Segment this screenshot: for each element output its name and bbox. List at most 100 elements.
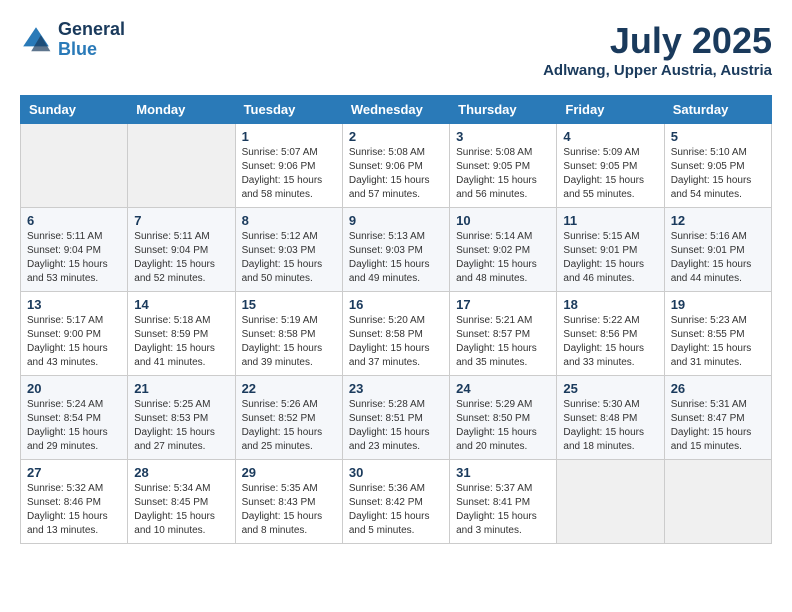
day-info: Sunrise: 5:07 AM Sunset: 9:06 PM Dayligh… (242, 146, 336, 202)
calendar-week-row: 20 Sunrise: 5:24 AM Sunset: 8:54 PM Dayli… (21, 376, 772, 460)
calendar-cell: 30 Sunrise: 5:36 AM Sunset: 8:42 PM Dayli… (342, 460, 449, 544)
calendar-week-row: 6 Sunrise: 5:11 AM Sunset: 9:04 PM Daylig… (21, 208, 772, 292)
day-header-wednesday: Wednesday (342, 96, 449, 124)
calendar-week-row: 13Sunrise: 5:17 AM Sunset: 9:00 PM Dayli… (21, 292, 772, 376)
calendar-cell: 1 Sunrise: 5:07 AM Sunset: 9:06 PM Daylig… (235, 124, 342, 208)
day-number: 22 (242, 381, 336, 396)
day-number: 1 (242, 129, 336, 144)
logo: General Blue (20, 20, 125, 60)
month-title: July 2025 (543, 20, 772, 62)
calendar-cell: 29Sunrise: 5:35 AM Sunset: 8:43 PM Dayli… (235, 460, 342, 544)
calendar-cell: 20 Sunrise: 5:24 AM Sunset: 8:54 PM Dayli… (21, 376, 128, 460)
day-info: Sunrise: 5:12 AM Sunset: 9:03 PM Dayligh… (242, 230, 336, 286)
day-number: 24 (456, 381, 550, 396)
day-number: 12 (671, 213, 765, 228)
calendar-cell: 10 Sunrise: 5:14 AM Sunset: 9:02 PM Dayli… (450, 208, 557, 292)
day-info: Sunrise: 5:19 AM Sunset: 8:58 PM Dayligh… (242, 314, 336, 370)
day-header-friday: Friday (557, 96, 664, 124)
logo-icon (20, 24, 52, 56)
calendar-cell: 31 Sunrise: 5:37 AM Sunset: 8:41 PM Dayli… (450, 460, 557, 544)
calendar-cell: 5Sunrise: 5:10 AM Sunset: 9:05 PM Daylig… (664, 124, 771, 208)
day-info: Sunrise: 5:14 AM Sunset: 9:02 PM Dayligh… (456, 230, 550, 286)
day-number: 26 (671, 381, 765, 396)
day-info: Sunrise: 5:24 AM Sunset: 8:54 PM Dayligh… (27, 398, 121, 454)
day-number: 6 (27, 213, 121, 228)
location: Adlwang, Upper Austria, Austria (543, 62, 772, 79)
calendar-cell: 21Sunrise: 5:25 AM Sunset: 8:53 PM Dayli… (128, 376, 235, 460)
day-number: 25 (563, 381, 657, 396)
day-info: Sunrise: 5:09 AM Sunset: 9:05 PM Dayligh… (563, 146, 657, 202)
day-header-monday: Monday (128, 96, 235, 124)
day-number: 21 (134, 381, 228, 396)
day-number: 3 (456, 129, 550, 144)
calendar-cell: 15 Sunrise: 5:19 AM Sunset: 8:58 PM Dayli… (235, 292, 342, 376)
day-info: Sunrise: 5:21 AM Sunset: 8:57 PM Dayligh… (456, 314, 550, 370)
calendar-body: 1 Sunrise: 5:07 AM Sunset: 9:06 PM Daylig… (21, 124, 772, 544)
calendar-cell: 2Sunrise: 5:08 AM Sunset: 9:06 PM Daylig… (342, 124, 449, 208)
calendar-cell: 6 Sunrise: 5:11 AM Sunset: 9:04 PM Daylig… (21, 208, 128, 292)
day-info: Sunrise: 5:13 AM Sunset: 9:03 PM Dayligh… (349, 230, 443, 286)
day-header-thursday: Thursday (450, 96, 557, 124)
day-info: Sunrise: 5:36 AM Sunset: 8:42 PM Dayligh… (349, 482, 443, 538)
calendar-header-row: SundayMondayTuesdayWednesdayThursdayFrid… (21, 96, 772, 124)
day-number: 9 (349, 213, 443, 228)
day-number: 28 (134, 465, 228, 480)
calendar-cell: 12 Sunrise: 5:16 AM Sunset: 9:01 PM Dayli… (664, 208, 771, 292)
day-number: 10 (456, 213, 550, 228)
calendar-cell: 14Sunrise: 5:18 AM Sunset: 8:59 PM Dayli… (128, 292, 235, 376)
calendar-cell: 23 Sunrise: 5:28 AM Sunset: 8:51 PM Dayli… (342, 376, 449, 460)
calendar-cell: 19Sunrise: 5:23 AM Sunset: 8:55 PM Dayli… (664, 292, 771, 376)
day-info: Sunrise: 5:08 AM Sunset: 9:05 PM Dayligh… (456, 146, 550, 202)
day-info: Sunrise: 5:29 AM Sunset: 8:50 PM Dayligh… (456, 398, 550, 454)
day-number: 13 (27, 297, 121, 312)
calendar-cell (21, 124, 128, 208)
day-info: Sunrise: 5:37 AM Sunset: 8:41 PM Dayligh… (456, 482, 550, 538)
day-number: 4 (563, 129, 657, 144)
day-number: 14 (134, 297, 228, 312)
calendar-cell: 26 Sunrise: 5:31 AM Sunset: 8:47 PM Dayli… (664, 376, 771, 460)
day-number: 2 (349, 129, 443, 144)
day-number: 30 (349, 465, 443, 480)
day-number: 20 (27, 381, 121, 396)
day-info: Sunrise: 5:11 AM Sunset: 9:04 PM Dayligh… (27, 230, 121, 286)
calendar-cell: 3 Sunrise: 5:08 AM Sunset: 9:05 PM Daylig… (450, 124, 557, 208)
day-info: Sunrise: 5:22 AM Sunset: 8:56 PM Dayligh… (563, 314, 657, 370)
logo-line2: Blue (58, 40, 125, 60)
page-header: General Blue July 2025 Adlwang, Upper Au… (20, 20, 772, 79)
day-number: 5 (671, 129, 765, 144)
calendar-cell: 13Sunrise: 5:17 AM Sunset: 9:00 PM Dayli… (21, 292, 128, 376)
calendar-week-row: 27 Sunrise: 5:32 AM Sunset: 8:46 PM Dayli… (21, 460, 772, 544)
day-info: Sunrise: 5:35 AM Sunset: 8:43 PM Dayligh… (242, 482, 336, 538)
day-info: Sunrise: 5:16 AM Sunset: 9:01 PM Dayligh… (671, 230, 765, 286)
day-number: 16 (349, 297, 443, 312)
calendar-table: SundayMondayTuesdayWednesdayThursdayFrid… (20, 95, 772, 544)
day-number: 31 (456, 465, 550, 480)
day-info: Sunrise: 5:28 AM Sunset: 8:51 PM Dayligh… (349, 398, 443, 454)
calendar-cell: 4 Sunrise: 5:09 AM Sunset: 9:05 PM Daylig… (557, 124, 664, 208)
day-info: Sunrise: 5:15 AM Sunset: 9:01 PM Dayligh… (563, 230, 657, 286)
day-info: Sunrise: 5:32 AM Sunset: 8:46 PM Dayligh… (27, 482, 121, 538)
day-number: 27 (27, 465, 121, 480)
calendar-cell: 7Sunrise: 5:11 AM Sunset: 9:04 PM Daylig… (128, 208, 235, 292)
calendar-cell: 22 Sunrise: 5:26 AM Sunset: 8:52 PM Dayli… (235, 376, 342, 460)
day-header-tuesday: Tuesday (235, 96, 342, 124)
day-info: Sunrise: 5:30 AM Sunset: 8:48 PM Dayligh… (563, 398, 657, 454)
day-number: 23 (349, 381, 443, 396)
day-number: 15 (242, 297, 336, 312)
day-header-saturday: Saturday (664, 96, 771, 124)
day-info: Sunrise: 5:26 AM Sunset: 8:52 PM Dayligh… (242, 398, 336, 454)
day-info: Sunrise: 5:31 AM Sunset: 8:47 PM Dayligh… (671, 398, 765, 454)
day-number: 11 (563, 213, 657, 228)
logo-line1: General (58, 20, 125, 40)
day-info: Sunrise: 5:23 AM Sunset: 8:55 PM Dayligh… (671, 314, 765, 370)
day-info: Sunrise: 5:34 AM Sunset: 8:45 PM Dayligh… (134, 482, 228, 538)
calendar-cell (128, 124, 235, 208)
calendar-week-row: 1 Sunrise: 5:07 AM Sunset: 9:06 PM Daylig… (21, 124, 772, 208)
title-block: July 2025 Adlwang, Upper Austria, Austri… (543, 20, 772, 79)
day-number: 18 (563, 297, 657, 312)
calendar-cell: 28 Sunrise: 5:34 AM Sunset: 8:45 PM Dayli… (128, 460, 235, 544)
calendar-cell: 27 Sunrise: 5:32 AM Sunset: 8:46 PM Dayli… (21, 460, 128, 544)
calendar-cell (664, 460, 771, 544)
calendar-cell: 9 Sunrise: 5:13 AM Sunset: 9:03 PM Daylig… (342, 208, 449, 292)
calendar-cell: 8Sunrise: 5:12 AM Sunset: 9:03 PM Daylig… (235, 208, 342, 292)
